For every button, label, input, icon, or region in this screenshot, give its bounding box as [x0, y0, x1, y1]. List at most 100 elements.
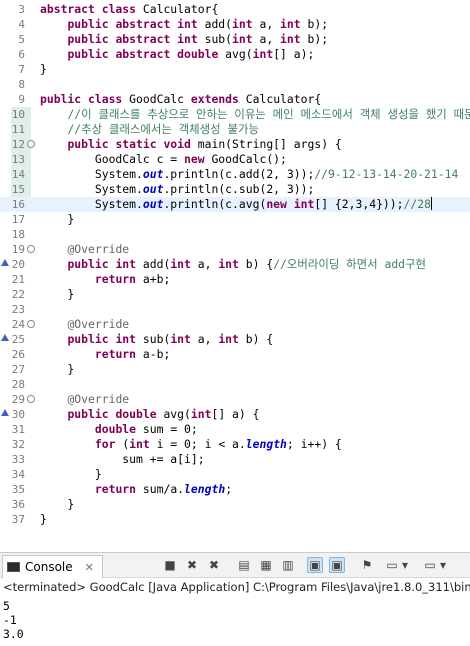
console-tab[interactable]: Console ✕	[2, 555, 103, 578]
open-console-dropdown[interactable]: ▾	[438, 557, 448, 573]
remove-launch-button[interactable]: ✖	[184, 557, 200, 573]
keyword-token: int	[129, 437, 157, 451]
code-token: sub(	[142, 332, 171, 346]
code-line[interactable]: 30 public double avg(int[] a) {	[0, 407, 470, 422]
code-line[interactable]: 18	[0, 227, 470, 242]
code-editor[interactable]: 3 abstract class Calculator{4 public abst…	[0, 0, 470, 548]
code-line[interactable]: 26 return a-b;	[0, 347, 470, 362]
code-token: System.	[40, 197, 143, 211]
display-selected-console-button[interactable]: ▭	[384, 557, 400, 573]
line-number: 35	[11, 483, 25, 496]
code-line[interactable]: 14 System.out.println(c.add(2, 3));//9-1…	[0, 167, 470, 182]
code-token: a,	[197, 332, 219, 346]
code-line[interactable]: 17 }	[0, 212, 470, 227]
code-line[interactable]: 11 //추상 클래스에서는 객체생성 불가능	[0, 122, 470, 137]
code-line[interactable]: 13 GoodCalc c = new GoodCalc();	[0, 152, 470, 167]
code-line[interactable]: 3 abstract class Calculator{	[0, 2, 470, 17]
line-number: 31	[11, 423, 25, 436]
code-line[interactable]: 24 @Override	[0, 317, 470, 332]
code-text: double sum = 0;	[40, 422, 198, 437]
line-number: 32	[11, 438, 25, 451]
open-console-button[interactable]: ▭	[422, 557, 438, 573]
code-line[interactable]: 6 public abstract double avg(int[] a);	[0, 47, 470, 62]
code-line[interactable]: 35 return sum/a.length;	[0, 482, 470, 497]
code-line[interactable]: 36 }	[0, 497, 470, 512]
code-line[interactable]: 12 public static void main(String[] args…	[0, 137, 470, 152]
fold-toggle-icon[interactable]	[27, 140, 35, 148]
code-token: }	[40, 287, 75, 301]
code-text: //이 클래스를 추상으로 안하는 이유는 메인 메소드에서 객체 생성을 했기…	[40, 107, 470, 122]
show-when-stderr-button[interactable]: ▣	[329, 557, 345, 573]
code-line[interactable]: 32 for (int i = 0; i < a.length; i++) {	[0, 437, 470, 452]
code-line[interactable]: 7}	[0, 62, 470, 77]
code-line[interactable]: 5 public abstract int sub(int a, int b);	[0, 32, 470, 47]
line-number: 36	[11, 498, 25, 511]
code-text: }	[40, 497, 74, 512]
code-line[interactable]: 37}	[0, 512, 470, 527]
override-indicator-icon[interactable]	[1, 409, 9, 416]
code-line[interactable]: 34 }	[0, 467, 470, 482]
code-line[interactable]: 23	[0, 302, 470, 317]
code-token: b) {	[245, 257, 274, 271]
code-line[interactable]: 28	[0, 377, 470, 392]
code-line[interactable]: 25 public int sub(int a, int b) {	[0, 332, 470, 347]
fold-toggle-icon[interactable]	[27, 395, 35, 403]
keyword-token: int	[170, 257, 198, 271]
comment-token: //오버라이딩 하면서 add구현	[273, 257, 427, 271]
field-token: out	[142, 182, 164, 196]
fold-toggle-icon[interactable]	[27, 320, 35, 328]
line-number: 13	[11, 153, 25, 166]
line-number: 9	[18, 93, 25, 106]
code-token: [] a);	[273, 47, 315, 61]
show-when-stdout-button[interactable]: ▣	[307, 557, 323, 573]
code-token: Calculator{	[142, 2, 219, 16]
display-selected-console-dropdown[interactable]: ▾	[400, 557, 410, 573]
code-line[interactable]: 10 //이 클래스를 추상으로 안하는 이유는 메인 메소드에서 객체 생성을…	[0, 107, 470, 122]
close-icon[interactable]: ✕	[85, 561, 94, 574]
code-line[interactable]: 21 return a+b;	[0, 272, 470, 287]
pin-console-button[interactable]: ⚑	[359, 557, 375, 573]
code-line[interactable]: 29 @Override	[0, 392, 470, 407]
code-line[interactable]: 15 System.out.println(c.sub(2, 3));	[0, 182, 470, 197]
terminate-button[interactable]: ■	[162, 557, 178, 573]
code-line[interactable]: 22 }	[0, 287, 470, 302]
code-text: public int add(int a, int b) {//오버라이딩 하면…	[40, 257, 426, 272]
fold-toggle-icon[interactable]	[27, 245, 35, 253]
code-line[interactable]: 9 public class GoodCalc extends Calculato…	[0, 92, 470, 107]
code-line[interactable]: 33 sum += a[i];	[0, 452, 470, 467]
code-text: public abstract int sub(int a, int b);	[40, 32, 328, 47]
word-wrap-button[interactable]: ▥	[280, 557, 296, 573]
line-number: 15	[11, 183, 25, 196]
code-text: for (int i = 0; i < a.length; i++) {	[40, 437, 342, 452]
code-line[interactable]: 31 double sum = 0;	[0, 422, 470, 437]
code-line[interactable]: 4 public abstract int add(int a, int b);	[0, 17, 470, 32]
remove-all-terminated-button[interactable]: ✖	[206, 557, 222, 573]
line-number: 8	[18, 78, 25, 91]
code-line[interactable]: 20 public int add(int a, int b) {//오버라이딩…	[0, 257, 470, 272]
code-line[interactable]: 16 System.out.println(c.avg(new int[] {2…	[0, 197, 470, 212]
override-indicator-icon[interactable]	[1, 259, 9, 266]
code-token: }	[40, 512, 47, 526]
scroll-lock-button[interactable]: ▦	[258, 557, 274, 573]
clear-console-button[interactable]: ▤	[236, 557, 252, 573]
override-indicator-icon[interactable]	[1, 334, 9, 341]
code-text: public double avg(int[] a) {	[40, 407, 259, 422]
code-token: a+b;	[142, 272, 171, 286]
code-line[interactable]: 8	[0, 77, 470, 92]
code-line[interactable]: 27 }	[0, 362, 470, 377]
keyword-token: public static void	[67, 137, 198, 151]
code-token: a,	[259, 17, 281, 31]
keyword-token: return	[94, 347, 143, 361]
annotation-token: @Override	[67, 317, 130, 331]
console-toolbar: Console ✕ ■ ✖ ✖ ▤ ▦ ▥ ▣ ▣ ⚑ ▭ ▾ ▭ ▾	[0, 553, 470, 578]
code-token: GoodCalc c =	[40, 152, 185, 166]
line-number: 14	[11, 168, 25, 181]
field-token: length	[245, 437, 287, 451]
code-token: Calculator{	[245, 92, 322, 106]
console-output-line: 5	[3, 599, 10, 613]
code-line[interactable]: 19 @Override	[0, 242, 470, 257]
